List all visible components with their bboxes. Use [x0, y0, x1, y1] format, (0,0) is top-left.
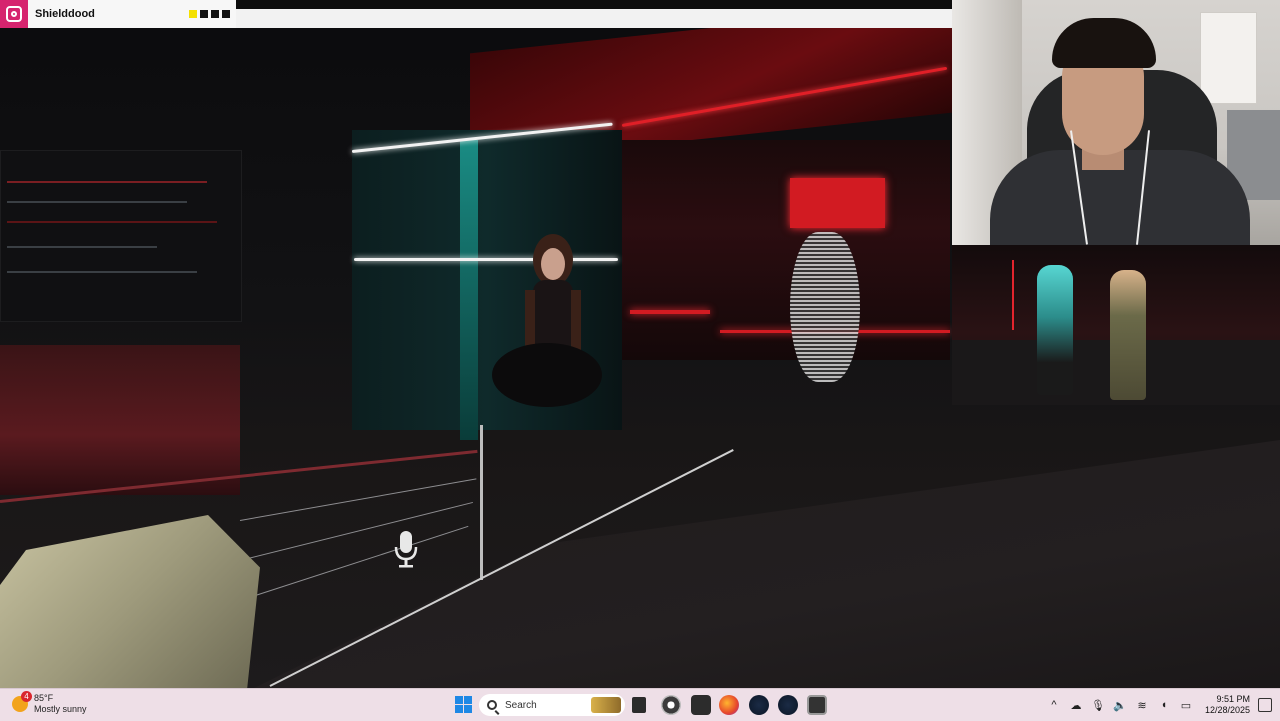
webcam-feed [952, 0, 1280, 245]
weather-sun-icon: 4 [12, 691, 32, 712]
avatar-blond [1110, 270, 1146, 400]
vr-avatar-sitting[interactable] [485, 230, 605, 440]
notifications-icon[interactable] [1258, 698, 1272, 712]
display-shelves [620, 140, 950, 360]
railing-wire [239, 501, 473, 561]
weather-condition: Mostly sunny [34, 704, 87, 714]
wall-display [0, 150, 242, 322]
floor [230, 440, 1280, 688]
instagram-icon [0, 0, 28, 28]
firefox-icon[interactable] [719, 695, 739, 715]
clock-time: 9:51 PM [1216, 694, 1250, 704]
neon-pillar [1012, 260, 1014, 330]
task-view-icon[interactable] [632, 697, 646, 713]
volume-icon[interactable]: ◖ [1156, 697, 1172, 713]
bed [0, 345, 240, 495]
room-door [1200, 12, 1257, 104]
weather-temp: 85°F [34, 693, 54, 703]
streamer-overlay: Shielddood [0, 0, 236, 28]
glowing-ring [790, 232, 860, 382]
tray-chevron-icon[interactable]: ^ [1046, 697, 1062, 713]
steam-icon[interactable] [749, 695, 769, 715]
avatar-teal-hair [1037, 265, 1073, 395]
search-icon [487, 700, 497, 710]
railing-wire [239, 525, 469, 601]
taskbar-search[interactable]: Search [479, 694, 625, 716]
weather-badge: 4 [21, 691, 32, 702]
streamer-handle: Shielddood [35, 8, 95, 20]
vrchat-icon[interactable] [807, 695, 827, 715]
microphone-tray-icon[interactable]: 🎙 [1090, 697, 1106, 713]
railing-wire [239, 478, 477, 521]
microphone-icon[interactable] [394, 529, 418, 569]
chrome-icon[interactable] [661, 695, 681, 715]
clock-date: 12/28/2025 [1204, 705, 1250, 715]
search-placeholder: Search [505, 699, 537, 711]
search-highlight-icon [591, 697, 621, 713]
vr-secondary-view [952, 245, 1280, 405]
weather-widget[interactable]: 4 85°F Mostly sunny [12, 691, 87, 715]
railing-post [480, 425, 483, 580]
epic-games-icon[interactable] [691, 695, 711, 715]
wifi-icon[interactable]: ≋ [1134, 697, 1150, 713]
steam-alt-icon[interactable] [778, 695, 798, 715]
onedrive-icon[interactable]: ☁ [1068, 697, 1084, 713]
start-button[interactable] [455, 696, 472, 713]
system-tray: ^ ☁ 🎙 🔈 ≋ ◖ ▭ 9:51 PM 12/28/2025 [1043, 689, 1280, 721]
speaker-icon[interactable]: 🔈 [1112, 697, 1128, 713]
battery-icon[interactable]: ▭ [1178, 697, 1194, 713]
overlay-squares [189, 10, 230, 18]
held-weapon [0, 515, 260, 688]
teal-pillar [460, 140, 478, 440]
taskbar-clock[interactable]: 9:51 PM 12/28/2025 [1205, 694, 1250, 716]
streamer-hair [1052, 18, 1156, 68]
windows-taskbar: 4 85°F Mostly sunny Search ^ ☁ 🎙 🔈 ≋ ◖ ▭… [0, 688, 1280, 721]
overlay-top-bar [236, 0, 952, 28]
